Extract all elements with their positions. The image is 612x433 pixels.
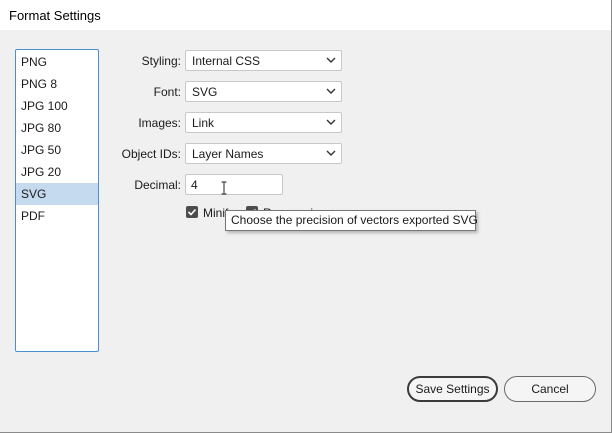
format-item-jpg100[interactable]: JPG 100: [16, 95, 98, 117]
format-settings-dialog: Format Settings PNG PNG 8 JPG 100 JPG 80…: [0, 0, 612, 433]
format-item-jpg20[interactable]: JPG 20: [16, 161, 98, 183]
format-item-svg[interactable]: SVG: [16, 183, 98, 205]
chevron-down-icon: [326, 150, 336, 156]
images-select[interactable]: Link: [185, 112, 342, 133]
object-ids-select[interactable]: Layer Names: [185, 143, 342, 164]
format-list[interactable]: PNG PNG 8 JPG 100 JPG 80 JPG 50 JPG 20 S…: [15, 49, 99, 352]
object-ids-label: Object IDs:: [121, 147, 181, 161]
styling-select[interactable]: Internal CSS: [185, 50, 342, 71]
images-value: Link: [192, 116, 215, 130]
object-ids-value: Layer Names: [192, 147, 264, 161]
decimal-input[interactable]: 4: [185, 174, 283, 195]
decimal-label: Decimal:: [134, 178, 181, 192]
save-settings-button[interactable]: Save Settings: [407, 376, 498, 402]
format-item-png8[interactable]: PNG 8: [16, 73, 98, 95]
checkmark-icon: [187, 208, 197, 216]
decimal-tooltip: Choose the precision of vectors exported…: [225, 210, 478, 231]
font-select[interactable]: SVG: [185, 81, 342, 102]
decimal-value: 4: [191, 178, 198, 192]
cancel-button[interactable]: Cancel: [504, 376, 596, 402]
font-label: Font:: [153, 85, 181, 99]
format-item-pdf[interactable]: PDF: [16, 205, 98, 227]
format-item-jpg50[interactable]: JPG 50: [16, 139, 98, 161]
chevron-down-icon: [326, 88, 336, 94]
minify-checkbox[interactable]: [186, 206, 198, 218]
dialog-title: Format Settings: [9, 8, 101, 23]
chevron-down-icon: [326, 57, 336, 63]
format-item-jpg80[interactable]: JPG 80: [16, 117, 98, 139]
styling-label: Styling:: [141, 54, 181, 68]
title-bar: Format Settings: [0, 0, 611, 30]
images-label: Images:: [138, 116, 181, 130]
format-item-png[interactable]: PNG: [16, 51, 98, 73]
text-cursor-icon: [221, 181, 227, 195]
chevron-down-icon: [326, 119, 336, 125]
styling-value: Internal CSS: [192, 54, 261, 68]
font-value: SVG: [192, 85, 218, 99]
